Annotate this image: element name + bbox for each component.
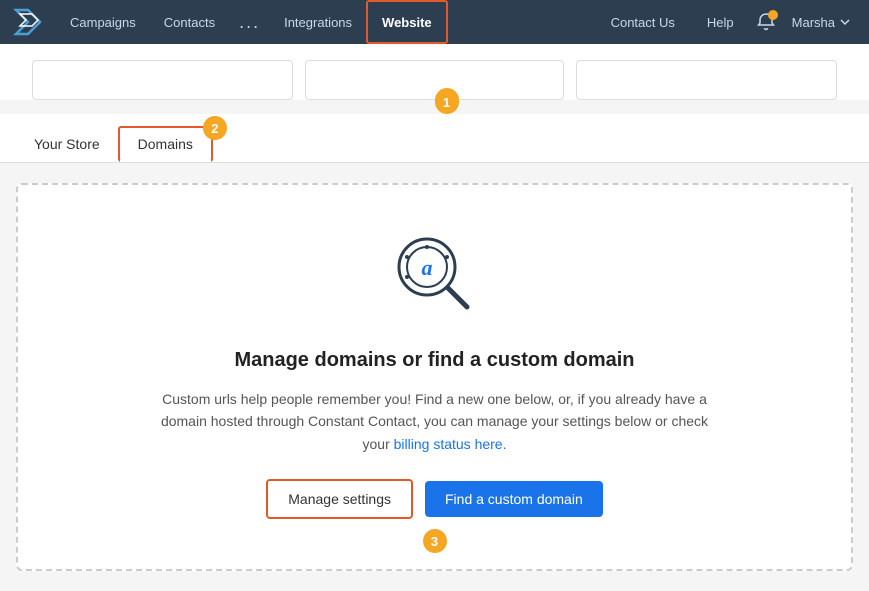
nav-website[interactable]: Website [366,0,448,44]
nav-campaigns[interactable]: Campaigns [56,0,150,44]
step-1-badge: 1 [435,90,459,114]
nav-help[interactable]: Help [693,0,748,44]
navbar: Campaigns Contacts ... Integrations Webs… [0,0,869,44]
card-3 [576,60,837,100]
notifications-bell[interactable] [752,8,780,36]
step-3-indicator: 3 [423,529,447,553]
tab-your-store[interactable]: Your Store [16,128,118,160]
nav-integrations[interactable]: Integrations [270,0,366,44]
tabs-row: Your Store Domains 2 [0,114,869,163]
billing-link[interactable]: billing status here. [394,436,507,452]
card-2 [305,60,564,100]
step-2-indicator: 2 [203,116,227,140]
domain-section-desc: Custom urls help people remember you! Fi… [155,388,715,455]
notification-badge [768,10,778,20]
nav-items: Campaigns Contacts ... Integrations Webs… [56,0,597,44]
app-logo[interactable] [10,4,46,40]
domain-search-icon: a [385,225,485,325]
nav-contacts[interactable]: Contacts [150,0,229,44]
find-custom-domain-button[interactable]: Find a custom domain [425,481,603,517]
nav-right: Contact Us Help Marsha [597,0,859,44]
domain-section-title: Manage domains or find a custom domain [234,349,634,372]
card-strip: 1 [16,52,853,100]
nav-more[interactable]: ... [229,0,270,44]
step2-wrapper: Domains 2 [118,126,213,162]
manage-settings-button[interactable]: Manage settings [266,479,413,519]
domain-content-box: a Manage domains or find a custom domain… [16,183,853,571]
tab-domains[interactable]: Domains [118,126,213,162]
username-label: Marsha [792,15,835,30]
nav-contact-us[interactable]: Contact Us [597,0,689,44]
domain-actions: Manage settings Find a custom domain [266,479,602,519]
svg-text:a: a [421,255,432,280]
card-1 [32,60,293,100]
user-menu[interactable]: Marsha [784,15,859,30]
